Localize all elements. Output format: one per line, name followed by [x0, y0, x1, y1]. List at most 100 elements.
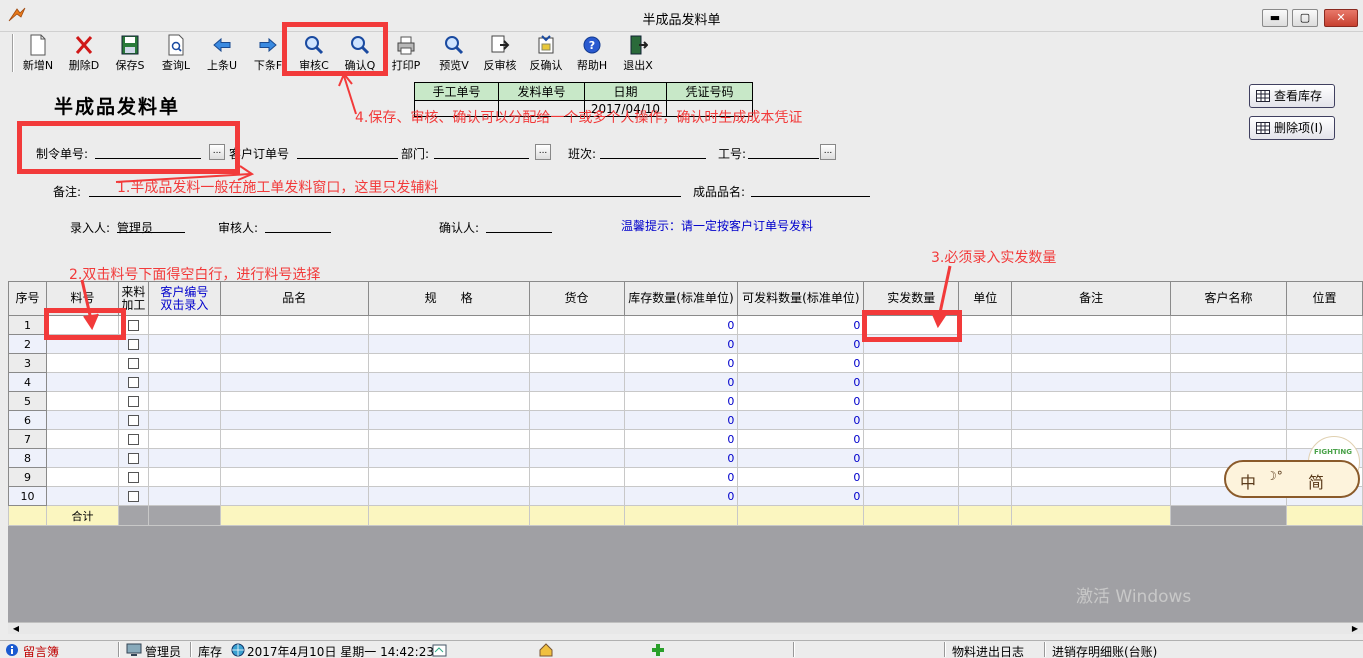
- save-button[interactable]: 保存S: [108, 34, 152, 72]
- incoming-checkbox[interactable]: [127, 491, 139, 502]
- ime-toolbar[interactable]: 中 ☽° 简: [1224, 460, 1360, 498]
- new-button[interactable]: 新增N: [16, 34, 60, 72]
- incoming-checkbox[interactable]: [127, 453, 139, 464]
- cell-material-no[interactable]: [45, 410, 119, 430]
- prev-record-button[interactable]: 上条U: [200, 34, 244, 72]
- cell-actual-qty[interactable]: [863, 448, 960, 468]
- material-log-link[interactable]: 物料进出日志: [952, 643, 1024, 658]
- view-stock-button[interactable]: 查看库存: [1249, 84, 1335, 108]
- incoming-checkbox[interactable]: [127, 339, 139, 350]
- delete-item-button[interactable]: 删除项(I): [1249, 116, 1335, 140]
- cell-remark[interactable]: [1011, 429, 1172, 449]
- ime-mode-toggle[interactable]: 简: [1308, 469, 1324, 493]
- table-row[interactable]: 1 00: [8, 315, 1363, 335]
- incoming-checkbox[interactable]: [127, 472, 139, 483]
- table-row[interactable]: 6 00: [8, 410, 1363, 430]
- cell-customer-no[interactable]: [147, 410, 221, 430]
- cell-warehouse[interactable]: [528, 429, 625, 449]
- inventory-ledger-link[interactable]: 进销存明细账(台账): [1052, 643, 1157, 658]
- cell-customer-no[interactable]: [147, 353, 221, 373]
- horizontal-scrollbar[interactable]: ◀ ▶: [8, 622, 1363, 634]
- cell-warehouse[interactable]: [528, 448, 625, 468]
- col-customer-no[interactable]: 客户编号 双击录入: [147, 281, 221, 316]
- incoming-checkbox[interactable]: [127, 377, 139, 388]
- delete-button[interactable]: 删除D: [62, 34, 106, 72]
- shift-input[interactable]: [600, 145, 706, 159]
- cell-customer-no[interactable]: [147, 334, 221, 354]
- cell-warehouse[interactable]: [528, 353, 625, 373]
- cell-remark[interactable]: [1011, 448, 1172, 468]
- incoming-checkbox[interactable]: [127, 358, 139, 369]
- cell-material-no[interactable]: [45, 467, 119, 487]
- cell-remark[interactable]: [1011, 467, 1172, 487]
- table-row[interactable]: 8 00: [8, 448, 1363, 468]
- incoming-checkbox[interactable]: [127, 396, 139, 407]
- table-row[interactable]: 10 0 0: [8, 486, 1363, 506]
- table-row[interactable]: 9 00: [8, 467, 1363, 487]
- home-icon[interactable]: [538, 642, 554, 658]
- cell-warehouse[interactable]: [528, 315, 625, 335]
- table-row[interactable]: 7 00: [8, 429, 1363, 449]
- cell-actual-qty[interactable]: [863, 353, 960, 373]
- unconfirm-button[interactable]: 反确认: [524, 34, 568, 72]
- print-button[interactable]: 打印P: [384, 34, 428, 72]
- cell-incoming-checkbox[interactable]: [117, 372, 149, 392]
- cell-incoming-checkbox[interactable]: [117, 467, 149, 487]
- cell-remark[interactable]: [1011, 372, 1172, 392]
- cell-material-no[interactable]: [45, 391, 119, 411]
- help-button[interactable]: ? 帮助H: [570, 34, 614, 72]
- cell-incoming-checkbox[interactable]: [117, 448, 149, 468]
- cell-remark[interactable]: [1011, 410, 1172, 430]
- cell-actual-qty[interactable]: [863, 429, 960, 449]
- cell-customer-no[interactable]: [147, 448, 221, 468]
- cell-customer-no[interactable]: [147, 486, 221, 506]
- cell-warehouse[interactable]: [528, 486, 625, 506]
- emp-no-input[interactable]: [748, 145, 819, 159]
- table-row[interactable]: 3 00: [8, 353, 1363, 373]
- cell-remark[interactable]: [1011, 486, 1172, 506]
- minimize-button[interactable]: ▬: [1262, 9, 1288, 27]
- ime-lang-toggle[interactable]: 中: [1240, 469, 1256, 493]
- cell-material-no[interactable]: [45, 353, 119, 373]
- incoming-checkbox[interactable]: [127, 434, 139, 445]
- cell-actual-qty[interactable]: [863, 467, 960, 487]
- product-name-input[interactable]: [751, 183, 870, 197]
- cell-customer-no[interactable]: [147, 429, 221, 449]
- scroll-left-icon[interactable]: ◀: [8, 623, 24, 635]
- cell-warehouse[interactable]: [528, 467, 625, 487]
- cell-actual-qty[interactable]: [863, 410, 960, 430]
- cell-customer-no[interactable]: [147, 372, 221, 392]
- cell-remark[interactable]: [1011, 315, 1172, 335]
- query-button[interactable]: 查询L: [154, 34, 198, 72]
- guestbook-link[interactable]: 留言簿: [23, 643, 59, 658]
- add-plus-icon[interactable]: [650, 642, 666, 658]
- cell-material-no[interactable]: [45, 372, 119, 392]
- incoming-checkbox[interactable]: [127, 320, 139, 331]
- cell-warehouse[interactable]: [528, 372, 625, 392]
- cell-remark[interactable]: [1011, 391, 1172, 411]
- dept-input[interactable]: [434, 145, 529, 159]
- table-row[interactable]: 5 00: [8, 391, 1363, 411]
- cell-actual-qty[interactable]: [863, 391, 960, 411]
- cell-actual-qty[interactable]: [863, 372, 960, 392]
- incoming-checkbox[interactable]: [127, 415, 139, 426]
- cell-customer-no[interactable]: [147, 391, 221, 411]
- table-row[interactable]: 2 00: [8, 334, 1363, 354]
- customer-order-input[interactable]: [297, 145, 398, 159]
- cell-incoming-checkbox[interactable]: [117, 391, 149, 411]
- cell-customer-no[interactable]: [147, 315, 221, 335]
- cell-incoming-checkbox[interactable]: [117, 429, 149, 449]
- cell-customer-no[interactable]: [147, 467, 221, 487]
- emp-no-lookup-button[interactable]: ...: [820, 144, 836, 160]
- maximize-button[interactable]: ▢: [1292, 9, 1318, 27]
- cell-incoming-checkbox[interactable]: [117, 353, 149, 373]
- cell-incoming-checkbox[interactable]: [117, 486, 149, 506]
- cell-remark[interactable]: [1011, 334, 1172, 354]
- dept-lookup-button[interactable]: ...: [535, 144, 551, 160]
- cell-warehouse[interactable]: [528, 391, 625, 411]
- cell-warehouse[interactable]: [528, 410, 625, 430]
- cell-remark[interactable]: [1011, 353, 1172, 373]
- scroll-right-icon[interactable]: ▶: [1347, 623, 1363, 635]
- cell-material-no[interactable]: [45, 448, 119, 468]
- preview-button[interactable]: 预览V: [432, 34, 476, 72]
